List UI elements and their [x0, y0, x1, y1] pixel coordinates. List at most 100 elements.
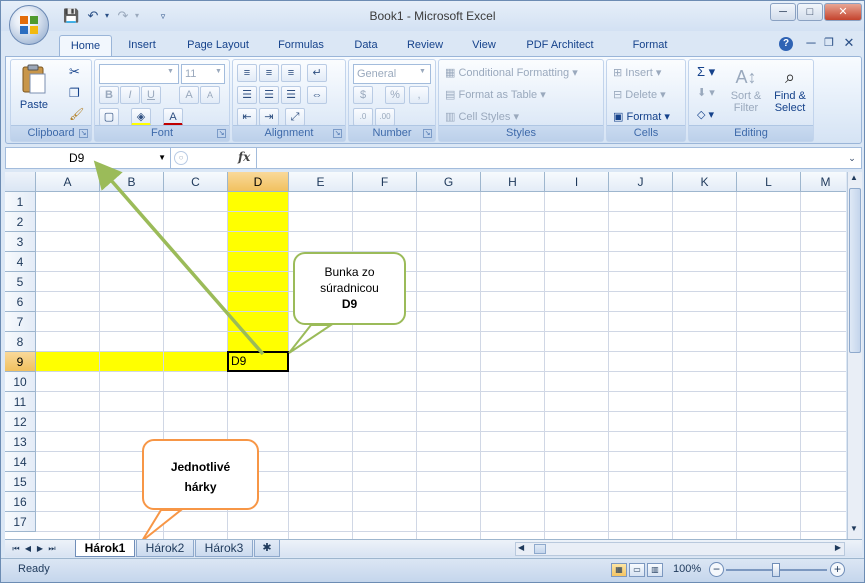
maximize-button[interactable]: □	[797, 3, 823, 21]
format-painter-icon[interactable]: 🖌	[69, 107, 84, 121]
insert-cells-button[interactable]: ⊞ Insert ▾	[613, 66, 661, 79]
worksheet-grid[interactable]: ABCDEFGHIJKLM 1 2 3 4 5 6 7 8 9 10 11 12 13 14 15 16 17 …	[5, 172, 846, 539]
cut-icon[interactable]: ✂	[69, 64, 80, 80]
active-cell-d9[interactable]: D9	[227, 351, 289, 372]
autosum-icon[interactable]: Σ ▾	[697, 64, 715, 80]
tab-pdf-architect[interactable]: PDF Architect	[517, 35, 603, 57]
delete-cells-button[interactable]: ⊟ Delete ▾	[613, 88, 666, 101]
orientation-icon[interactable]: ⤢	[285, 108, 305, 126]
tab-formulas[interactable]: Formulas	[269, 35, 333, 57]
column-header-f[interactable]: F	[353, 172, 417, 192]
formula-bar-expand-icon[interactable]: ⌄	[845, 150, 859, 166]
column-header-j[interactable]: J	[609, 172, 673, 192]
currency-icon[interactable]: $	[353, 86, 373, 104]
column-header-c[interactable]: C	[164, 172, 228, 192]
clipboard-launcher-icon[interactable]: ↘	[79, 129, 88, 138]
scroll-down-icon[interactable]: ▼	[850, 524, 858, 533]
row-header-1[interactable]: 1	[5, 192, 36, 212]
first-sheet-icon[interactable]: ⏮	[11, 542, 21, 556]
row-header-9[interactable]: 9	[5, 352, 36, 372]
italic-button[interactable]: I	[120, 86, 140, 104]
scroll-right-icon[interactable]: ▶	[835, 543, 841, 552]
sheet-tab-harok3[interactable]: Hárok3	[195, 540, 253, 557]
comma-icon[interactable]: ,	[409, 86, 429, 104]
minimize-button[interactable]: ─	[770, 3, 796, 21]
column-header-e[interactable]: E	[289, 172, 353, 192]
zoom-in-icon[interactable]: +	[830, 562, 845, 577]
ribbon-minimize-icon[interactable]: ─	[803, 35, 819, 51]
shrink-font-button[interactable]: A	[200, 86, 220, 104]
tab-home[interactable]: Home	[59, 35, 112, 57]
next-sheet-icon[interactable]: ▶	[35, 542, 45, 556]
tab-format[interactable]: Format	[623, 35, 677, 57]
fill-color-button[interactable]: ◈	[131, 108, 151, 126]
row-header-8[interactable]: 8	[5, 332, 36, 352]
column-header-a[interactable]: A	[36, 172, 100, 192]
select-all-corner[interactable]	[5, 172, 36, 192]
increase-indent-icon[interactable]: ⇥	[259, 108, 279, 126]
zoom-slider-knob[interactable]	[772, 563, 780, 577]
sheet-tab-harok2[interactable]: Hárok2	[136, 540, 194, 557]
customize-qat-icon[interactable]: ▿	[155, 8, 171, 24]
close-button[interactable]: ✕	[824, 3, 862, 21]
zoom-out-icon[interactable]: −	[709, 562, 724, 577]
format-cells-button[interactable]: ▣ Format ▾	[613, 110, 670, 123]
scroll-left-icon[interactable]: ◀	[518, 543, 524, 552]
row-header-17[interactable]: 17	[5, 512, 36, 532]
column-header-h[interactable]: H	[481, 172, 545, 192]
row-header-12[interactable]: 12	[5, 412, 36, 432]
row-header-5[interactable]: 5	[5, 272, 36, 292]
insert-function-icon[interactable]: fx	[238, 150, 250, 164]
tab-view[interactable]: View	[463, 35, 505, 57]
insert-sheet-icon[interactable]: ✱	[254, 540, 280, 557]
row-header-7[interactable]: 7	[5, 312, 36, 332]
column-header-l[interactable]: L	[737, 172, 801, 192]
redo-dropdown-icon[interactable]: ▾	[129, 8, 145, 24]
font-color-button[interactable]: A	[163, 108, 183, 126]
tab-review[interactable]: Review	[399, 35, 451, 57]
save-icon[interactable]: 💾	[63, 8, 79, 24]
zoom-level[interactable]: 100%	[673, 563, 701, 575]
name-box-dropdown-icon[interactable]: ▼	[158, 148, 166, 168]
row-header-14[interactable]: 14	[5, 452, 36, 472]
number-format-dropdown-icon[interactable]: ▼	[419, 68, 426, 75]
align-bottom-icon[interactable]: ≡	[281, 64, 301, 82]
font-size-dropdown-icon[interactable]: ▼	[215, 68, 222, 75]
column-header-m[interactable]: M	[801, 172, 846, 192]
merge-center-icon[interactable]: ⇔	[307, 86, 327, 104]
cell-styles-button[interactable]: ▥ Cell Styles ▾	[445, 110, 519, 123]
help-icon[interactable]: ?	[779, 37, 793, 51]
row-header-2[interactable]: 2	[5, 212, 36, 232]
align-left-icon[interactable]: ☰	[237, 86, 257, 104]
undo-dropdown-icon[interactable]: ▾	[99, 8, 115, 24]
increase-decimal-icon[interactable]: .0	[353, 108, 373, 126]
ribbon-close-icon[interactable]: ✕	[841, 35, 857, 51]
prev-sheet-icon[interactable]: ◀	[23, 542, 33, 556]
tab-page-layout[interactable]: Page Layout	[179, 35, 257, 57]
underline-button[interactable]: U	[141, 86, 161, 104]
row-header-11[interactable]: 11	[5, 392, 36, 412]
ribbon-restore-icon[interactable]: ❐	[821, 35, 837, 51]
column-header-i[interactable]: I	[545, 172, 609, 192]
column-header-g[interactable]: G	[417, 172, 481, 192]
row-header-15[interactable]: 15	[5, 472, 36, 492]
row-header-10[interactable]: 10	[5, 372, 36, 392]
clear-icon[interactable]: ◇ ▾	[697, 108, 714, 121]
percent-icon[interactable]: %	[385, 86, 405, 104]
conditional-formatting-button[interactable]: ▦ Conditional Formatting ▾	[445, 66, 578, 79]
column-header-b[interactable]: B	[100, 172, 164, 192]
wrap-text-icon[interactable]: ↵	[307, 64, 327, 82]
scroll-up-icon[interactable]: ▲	[850, 173, 858, 182]
page-layout-view-icon[interactable]: ▭	[629, 563, 645, 577]
row-header-13[interactable]: 13	[5, 432, 36, 452]
fill-icon[interactable]: ⬇ ▾	[697, 86, 715, 99]
office-button[interactable]	[9, 5, 49, 45]
page-break-view-icon[interactable]: ▥	[647, 563, 663, 577]
formula-bar-handle-icon[interactable]: ○	[174, 151, 188, 165]
grow-font-button[interactable]: A	[179, 86, 199, 104]
row-header-4[interactable]: 4	[5, 252, 36, 272]
vertical-scrollbar[interactable]: ▲ ▼	[847, 172, 862, 539]
vertical-scroll-thumb[interactable]	[849, 188, 861, 353]
align-top-icon[interactable]: ≡	[237, 64, 257, 82]
number-launcher-icon[interactable]: ↘	[423, 129, 432, 138]
